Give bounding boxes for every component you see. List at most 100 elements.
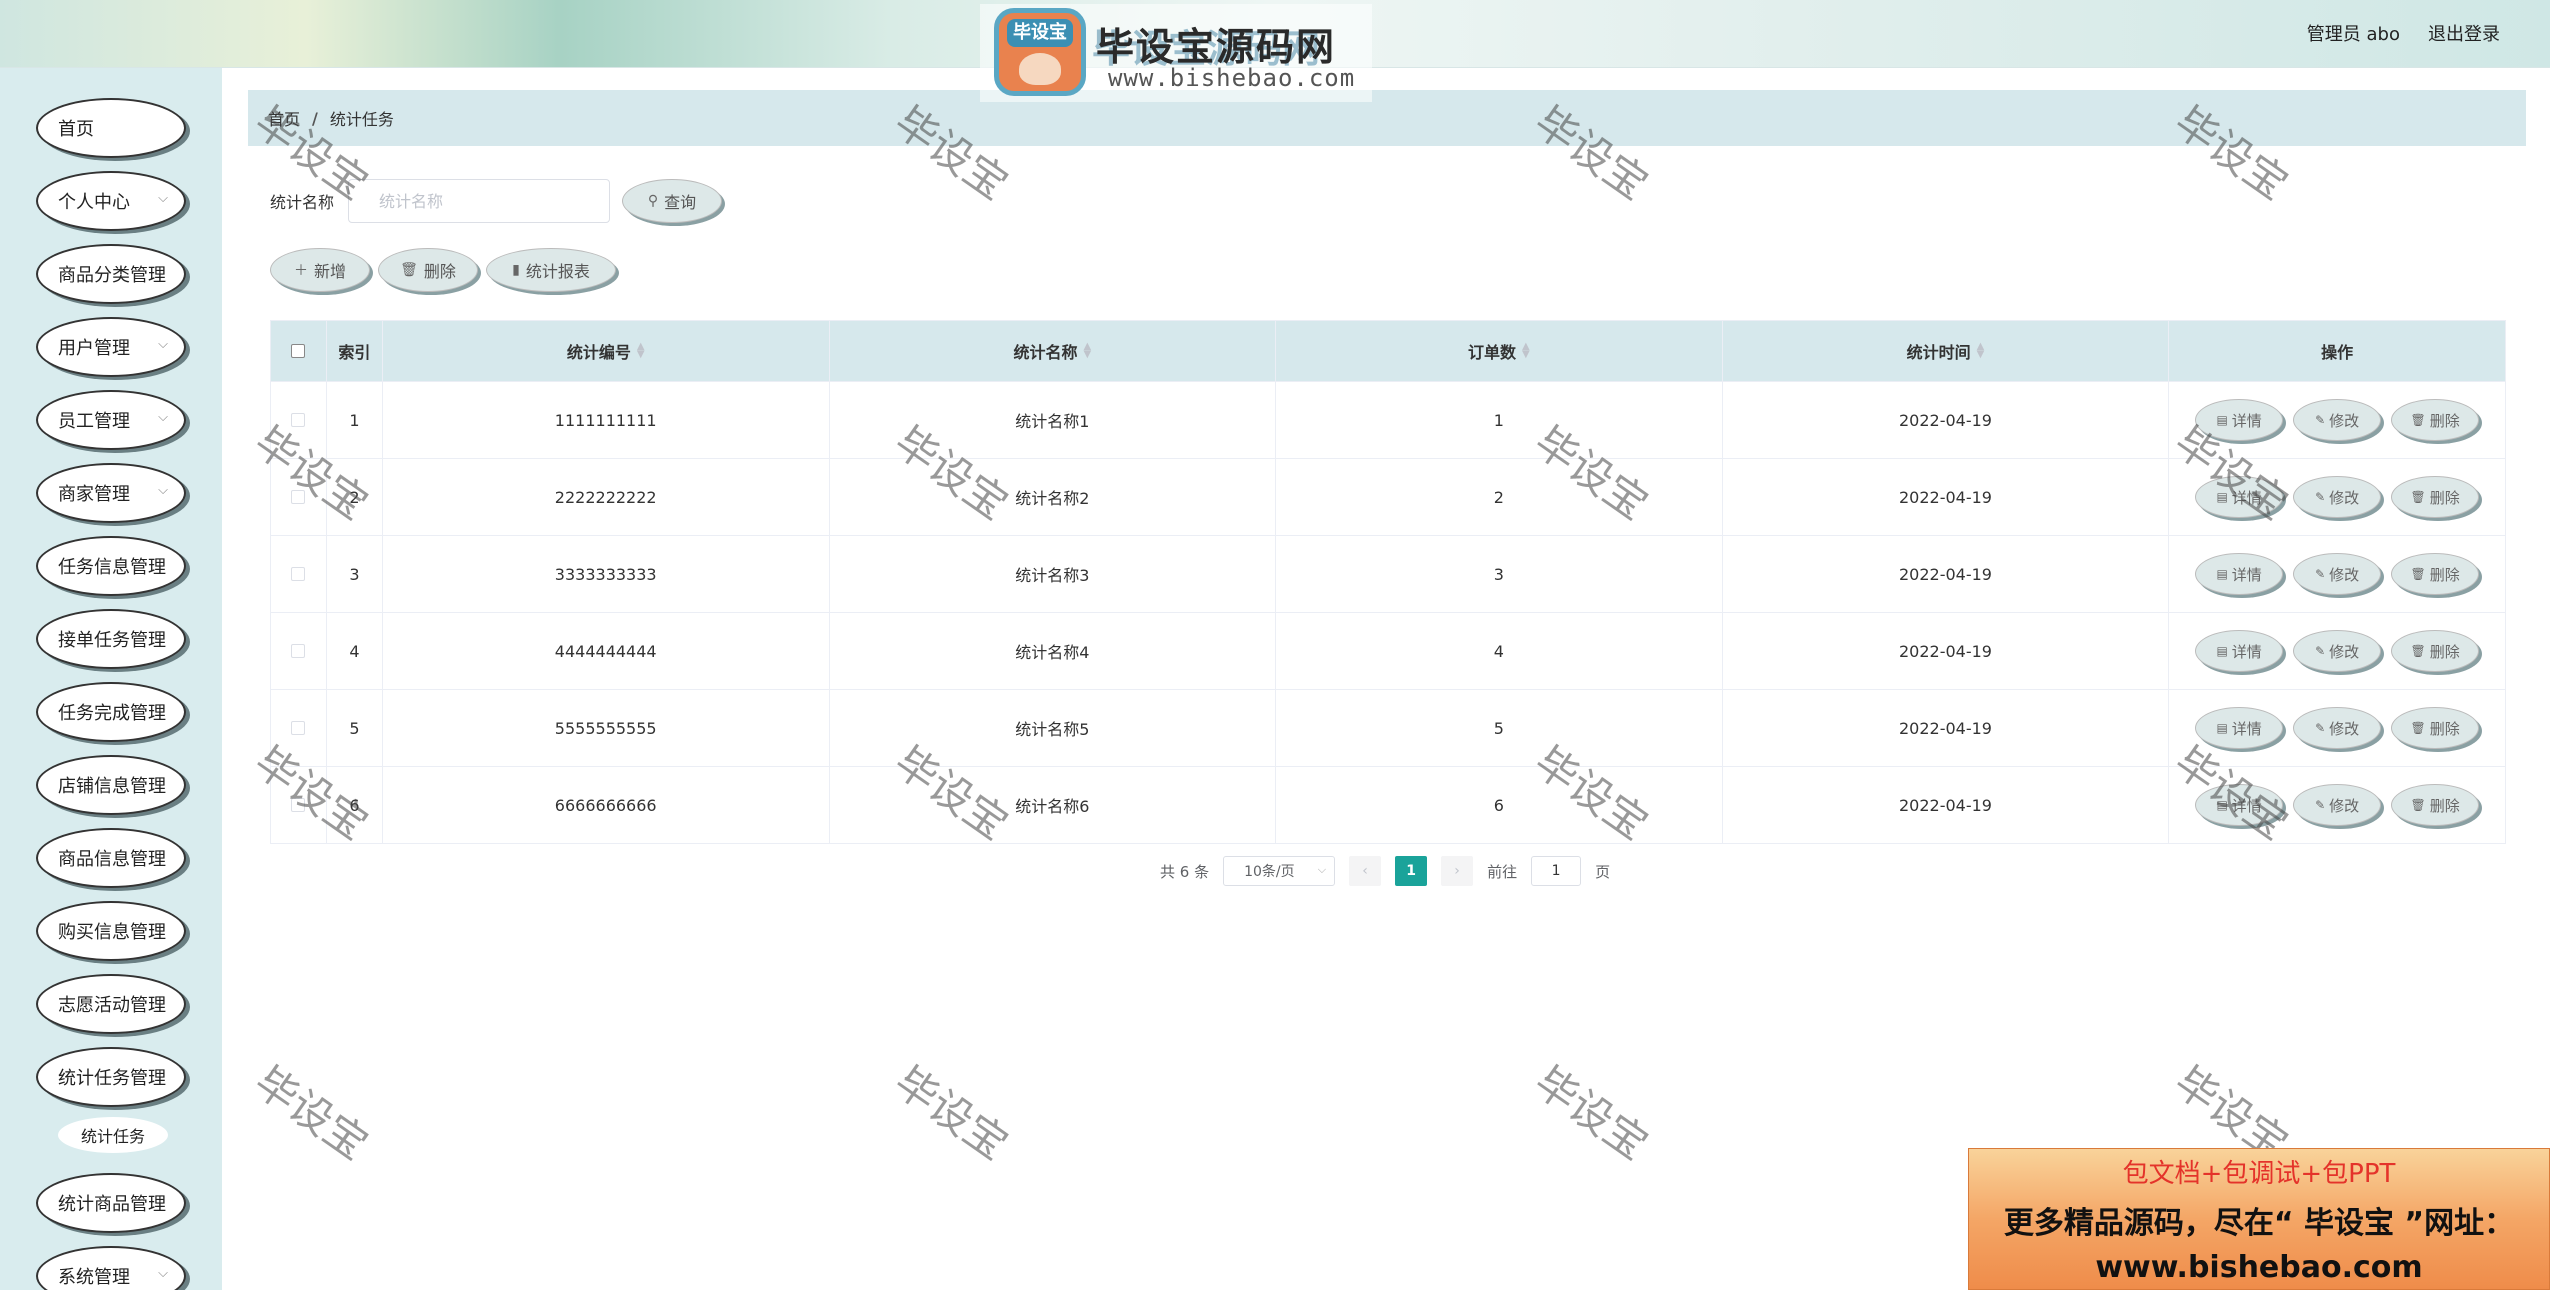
chevron-down-icon: ⌵	[158, 1266, 168, 1281]
current-user: 管理员 abo	[2306, 24, 2400, 45]
page-size-select[interactable]: 10条/页 ⌵	[1223, 856, 1336, 886]
row-checkbox[interactable]	[291, 490, 306, 504]
detail-button-label: 详情	[2231, 565, 2262, 584]
sidebar-item-users[interactable]: 用户管理 ⌵	[36, 317, 186, 377]
row-checkbox[interactable]	[291, 567, 306, 581]
sidebar-item-category[interactable]: 商品分类管理	[36, 244, 186, 304]
pencil-icon: ✎	[2315, 490, 2326, 504]
row-name-value: 统计名称5	[1015, 720, 1090, 739]
sidebar-item-completed-tasks[interactable]: 任务完成管理	[36, 682, 186, 742]
document-icon: ▤	[2216, 798, 2228, 812]
sort-icon[interactable]: ▲ ▼	[1977, 342, 1985, 360]
header-name[interactable]: 统计名称 ▲ ▼	[830, 321, 1277, 381]
plus-icon: ＋	[293, 263, 308, 279]
row-delete-button[interactable]: 🗑 删除	[2391, 553, 2480, 595]
search-button[interactable]: ⚲ 查询	[622, 179, 723, 223]
sidebar-item-merchants[interactable]: 商家管理 ⌵	[36, 463, 186, 523]
sort-icon[interactable]: ▲ ▼	[637, 342, 645, 360]
report-button[interactable]: ▮ 统计报表	[486, 248, 616, 292]
edit-button-label: 修改	[2329, 565, 2360, 584]
row-checkbox[interactable]	[291, 644, 306, 658]
header-count[interactable]: 订单数 ▲ ▼	[1276, 321, 1723, 381]
sidebar-item-system[interactable]: 系统管理 ⌵	[36, 1246, 186, 1290]
detail-button-label: 详情	[2231, 411, 2262, 430]
sort-icon[interactable]: ▲ ▼	[1083, 342, 1091, 360]
breadcrumb-home[interactable]: 首页	[268, 106, 300, 130]
detail-button[interactable]: ▤ 详情	[2195, 630, 2284, 672]
logo-title: 毕设宝源码网	[1096, 25, 1337, 69]
pencil-icon: ✎	[2315, 721, 2326, 735]
breadcrumb-current: 统计任务	[329, 110, 394, 129]
prev-page-button[interactable]: ‹	[1349, 856, 1382, 886]
row-index: 3	[327, 536, 383, 612]
row-count-value: 5	[1493, 718, 1504, 738]
sidebar-item-shop-info[interactable]: 店铺信息管理	[36, 755, 186, 815]
header-no[interactable]: 统计编号 ▲ ▼	[383, 321, 830, 381]
sidebar-subitem-stat-task[interactable]: 统计任务	[58, 1117, 168, 1153]
edit-button[interactable]: ✎ 修改	[2293, 630, 2382, 672]
sidebar-item-staff[interactable]: 员工管理 ⌵	[36, 390, 186, 450]
goto-unit: 页	[1595, 862, 1611, 881]
goto-page-input[interactable]	[1531, 856, 1582, 886]
row-delete-button[interactable]: 🗑 删除	[2391, 476, 2480, 518]
detail-button[interactable]: ▤ 详情	[2195, 784, 2284, 826]
delete-button[interactable]: 🗑 删除	[378, 248, 478, 292]
sort-icon[interactable]: ▲ ▼	[1522, 342, 1530, 360]
trash-icon: 🗑	[400, 262, 418, 278]
sidebar-item-accepted-tasks[interactable]: 接单任务管理	[36, 609, 186, 669]
row-count: 5	[1276, 690, 1723, 766]
row-delete-button[interactable]: 🗑 删除	[2391, 707, 2480, 749]
search-icon: ⚲	[647, 193, 659, 209]
edit-button[interactable]: ✎ 修改	[2293, 476, 2382, 518]
sidebar-item-stat-products[interactable]: 统计商品管理	[36, 1173, 186, 1233]
sidebar-item-volunteer[interactable]: 志愿活动管理	[36, 974, 186, 1034]
detail-button[interactable]: ▤ 详情	[2195, 399, 2284, 441]
edit-button[interactable]: ✎ 修改	[2293, 399, 2382, 441]
edit-button[interactable]: ✎ 修改	[2293, 784, 2382, 826]
search-input[interactable]	[348, 179, 611, 223]
logout-link[interactable]: 退出登录	[2428, 20, 2500, 46]
add-button[interactable]: ＋ 新增	[270, 248, 370, 292]
sidebar-item-home[interactable]: 首页	[36, 98, 186, 158]
chevron-down-icon: ⌵	[158, 410, 168, 425]
row-delete-button[interactable]: 🗑 删除	[2391, 784, 2480, 826]
logo-mascot-icon	[1019, 53, 1061, 85]
edit-button[interactable]: ✎ 修改	[2293, 553, 2382, 595]
sidebar-item-stat-tasks[interactable]: 统计任务管理	[36, 1047, 186, 1107]
detail-button[interactable]: ▤ 详情	[2195, 476, 2284, 518]
select-all-checkbox[interactable]	[291, 344, 306, 358]
row-index-value: 6	[349, 795, 360, 815]
row-time: 2022-04-19	[1723, 613, 2170, 689]
row-count: 3	[1276, 536, 1723, 612]
detail-button[interactable]: ▤ 详情	[2195, 553, 2284, 595]
row-checkbox[interactable]	[291, 798, 306, 812]
row-ops: ▤ 详情 ✎ 修改 🗑 删除	[2169, 767, 2505, 843]
row-time: 2022-04-19	[1723, 767, 2170, 843]
header-index-label: 索引	[338, 343, 371, 362]
sidebar-item-product-info[interactable]: 商品信息管理	[36, 828, 186, 888]
sidebar-item-purchase-info[interactable]: 购买信息管理	[36, 901, 186, 961]
pencil-icon: ✎	[2315, 644, 2326, 658]
row-checkbox[interactable]	[291, 721, 306, 735]
detail-button[interactable]: ▤ 详情	[2195, 707, 2284, 749]
header-time[interactable]: 统计时间 ▲ ▼	[1723, 321, 2170, 381]
row-time: 2022-04-19	[1723, 459, 2170, 535]
row-delete-button-label: 删除	[2429, 642, 2460, 661]
header-count-label: 订单数	[1468, 343, 1517, 362]
page-size-value: 10条/页	[1244, 864, 1295, 880]
row-index: 4	[327, 613, 383, 689]
edit-button[interactable]: ✎ 修改	[2293, 707, 2382, 749]
page-number-current[interactable]: 1	[1395, 856, 1428, 886]
report-button-label: 统计报表	[525, 262, 590, 281]
row-checkbox[interactable]	[291, 413, 306, 427]
sidebar-item-task-info[interactable]: 任务信息管理	[36, 536, 186, 596]
row-delete-button[interactable]: 🗑 删除	[2391, 399, 2480, 441]
row-select-cell	[271, 459, 327, 535]
next-page-button[interactable]: ›	[1441, 856, 1474, 886]
sidebar-item-label: 任务信息管理	[58, 557, 166, 578]
chevron-down-icon: ⌵	[158, 191, 168, 206]
row-name: 统计名称2	[830, 459, 1277, 535]
sidebar-item-personal-center[interactable]: 个人中心 ⌵	[36, 171, 186, 231]
row-no-value: 1111111111	[554, 410, 657, 430]
row-delete-button[interactable]: 🗑 删除	[2391, 630, 2480, 672]
